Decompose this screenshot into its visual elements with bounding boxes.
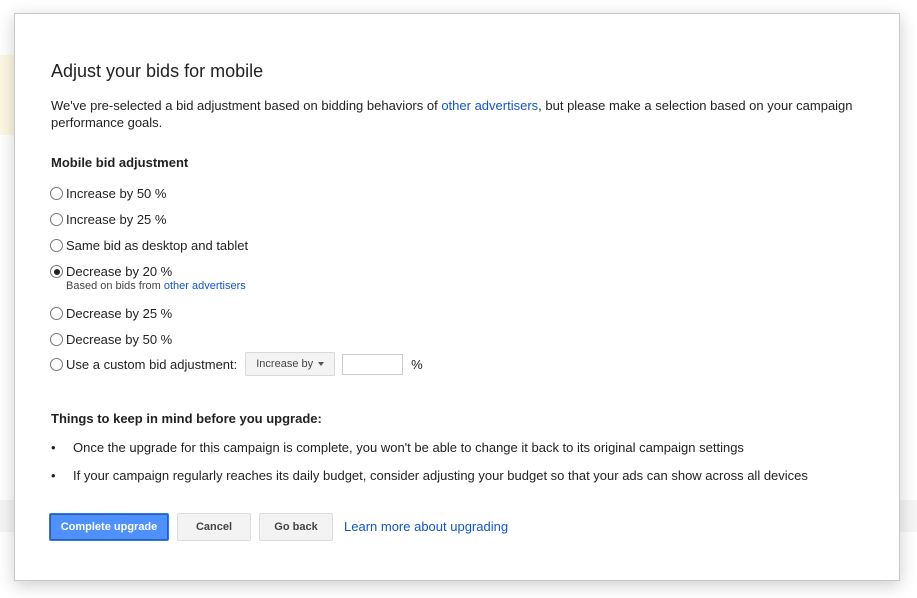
note-text: Based on bids from	[66, 280, 164, 292]
learn-more-link[interactable]: Learn more about upgrading	[344, 519, 508, 534]
bullet-text: If your campaign regularly reaches its d…	[73, 468, 808, 483]
radio-button[interactable]	[50, 333, 63, 346]
bullet-item: • Once the upgrade for this campaign is c…	[51, 440, 744, 455]
radio-button[interactable]	[50, 213, 63, 226]
option-decrease-20[interactable]: Decrease by 20 %	[50, 264, 172, 279]
radio-button[interactable]	[50, 357, 63, 371]
option-label: Decrease by 25 %	[66, 306, 173, 321]
keep-in-mind-title: Things to keep in mind before you upgrad…	[51, 411, 322, 426]
recommended-note: Based on bids from other advertisers	[66, 280, 246, 292]
bullet-item: • If your campaign regularly reaches its …	[51, 468, 808, 483]
option-label: Decrease by 50 %	[66, 332, 173, 347]
dialog-title: Adjust your bids for mobile	[51, 61, 264, 81]
bullet-icon: •	[51, 468, 56, 483]
complete-upgrade-button[interactable]: Complete upgrade	[49, 513, 169, 541]
go-back-button[interactable]: Go back	[259, 513, 333, 541]
option-decrease-25[interactable]: Decrease by 25 %	[50, 306, 172, 321]
dialog-intro: We've pre-selected a bid adjustment base…	[51, 97, 871, 131]
option-increase-25[interactable]: Increase by 25 %	[50, 212, 166, 227]
intro-text: We've pre-selected a bid adjustment base…	[51, 98, 442, 113]
option-label: Same bid as desktop and tablet	[66, 238, 249, 253]
option-custom[interactable]: Use a custom bid adjustment: Increase by…	[50, 352, 423, 376]
dropdown-value: Increase by	[256, 358, 314, 370]
section-title: Mobile bid adjustment	[51, 155, 189, 170]
radio-button-selected[interactable]	[50, 265, 63, 278]
bullet-text: Once the upgrade for this campaign is co…	[73, 440, 744, 455]
radio-button[interactable]	[50, 239, 63, 252]
bullet-icon: •	[51, 440, 56, 455]
option-decrease-50[interactable]: Decrease by 50 %	[50, 332, 172, 347]
other-advertisers-note-link[interactable]: other advertisers	[164, 280, 246, 292]
background-notice	[0, 55, 14, 135]
custom-percent-input[interactable]	[342, 353, 404, 375]
other-advertisers-link[interactable]: other advertisers	[441, 98, 538, 113]
option-label: Decrease by 20 %	[66, 264, 173, 279]
option-same-bid[interactable]: Same bid as desktop and tablet	[50, 238, 248, 253]
radio-button[interactable]	[50, 187, 63, 200]
option-label: Use a custom bid adjustment:	[66, 356, 238, 372]
custom-direction-dropdown[interactable]: Increase by	[245, 352, 336, 376]
radio-button[interactable]	[50, 307, 63, 320]
chevron-down-icon	[318, 362, 325, 366]
option-increase-50[interactable]: Increase by 50 %	[50, 186, 166, 201]
option-label: Increase by 25 %	[66, 212, 167, 227]
option-label: Increase by 50 %	[66, 186, 167, 201]
cancel-button[interactable]: Cancel	[177, 513, 251, 541]
percent-unit: %	[411, 356, 423, 372]
upgrade-dialog: Adjust your bids for mobile We've pre-se…	[14, 13, 900, 581]
